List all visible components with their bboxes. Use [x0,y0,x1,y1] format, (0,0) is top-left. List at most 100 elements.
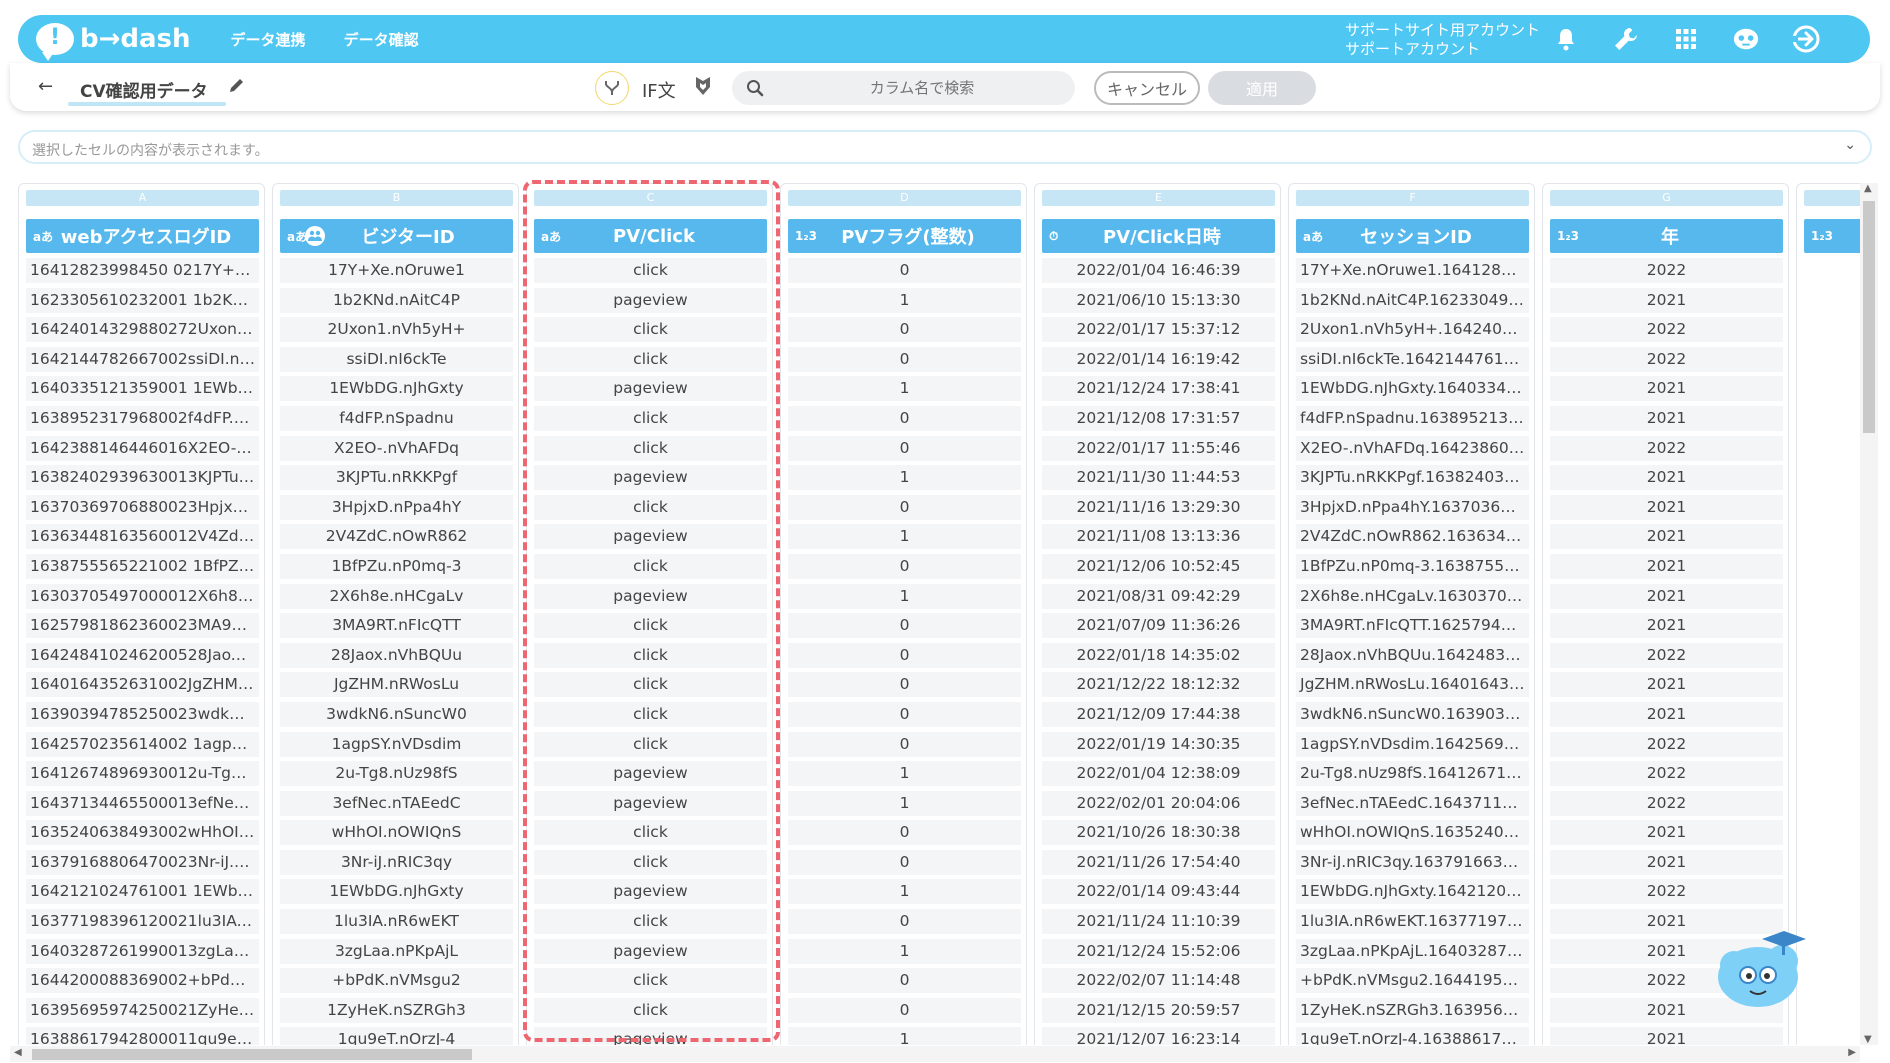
table-cell[interactable]: 0 [788,642,1021,668]
table-cell[interactable]: 3KJPTu.nRKKPgf [280,465,513,491]
table-cell[interactable]: pageview [534,524,767,550]
table-cell[interactable]: 28Jaox.nVhBQUu [280,642,513,668]
table-cell[interactable]: 1lu3IA.nR6wEKT [280,909,513,935]
table-cell[interactable]: 17Y+Xe.nOruwe1 [280,258,513,283]
table-cell[interactable]: 3HpjxD.nPpa4hY.163703696.... [1296,494,1529,520]
column-letter[interactable]: C [534,190,767,206]
table-cell[interactable]: click [534,997,767,1023]
table-cell[interactable]: 1qu9eT.nOrzJ-4 [280,1027,513,1045]
table-cell[interactable]: 1agpSY.nVDsdim.164256976.... [1296,731,1529,757]
cell-content-bar[interactable]: 選択したセルの内容が表示されます。 ⌄ [18,130,1872,164]
table-cell[interactable]: 16370369706880023HpjxD.... [26,494,259,520]
table-cell[interactable]: 2021 [1550,672,1783,698]
table-cell[interactable]: X2EO-.nVhAFDq [280,435,513,461]
table-cell[interactable]: 16403287261990013zgLaa.... [26,938,259,964]
column-letter[interactable]: E [1042,190,1275,206]
table-cell[interactable]: click [534,553,767,579]
table-cell[interactable]: 2022 [1550,435,1783,461]
column-header[interactable]: aあ webアクセスログID [26,219,259,253]
table-cell[interactable]: pageview [534,465,767,491]
table-cell[interactable]: 0 [788,613,1021,639]
table-cell[interactable]: f4dFP.nSpadnu [280,405,513,431]
column-search[interactable] [732,71,1075,105]
table-cell[interactable]: 2022/01/17 15:37:12 [1042,317,1275,343]
table-cell[interactable]: JgZHM.nRWosLu.164016432.... [1296,672,1529,698]
table-cell[interactable]: 2021 [1550,583,1783,609]
table-cell[interactable]: 16363448163560012V4ZdC.... [26,524,259,550]
table-cell[interactable]: 1640335121359001 1EWbD.... [26,376,259,402]
table-cell[interactable]: 1638952317968002f4dFP.n.... [26,405,259,431]
table-cell[interactable]: 1 [788,524,1021,550]
column-letter[interactable]: B [280,190,513,206]
table-cell[interactable]: 2021/12/07 16:23:14 [1042,1027,1275,1045]
table-cell[interactable]: 16382402939630013KJPTu.... [26,465,259,491]
table-cell[interactable]: JgZHM.nRWosLu [280,672,513,698]
table-cell[interactable]: 2u-Tg8.nUz98fS [280,761,513,787]
table-cell[interactable]: 16412674896930012u-Tg8.... [26,761,259,787]
column-a[interactable]: Aaあ webアクセスログID 16412823998450 0217Y+Xe...… [18,183,265,1045]
table-cell[interactable]: 1 [788,287,1021,313]
table-cell[interactable]: 2021 [1550,524,1783,550]
table-cell[interactable]: 2021/12/06 10:52:45 [1042,553,1275,579]
table-cell[interactable]: 2Uxon1.nVh5yH+.16424011.... [1296,317,1529,343]
table-cell[interactable]: 2021/07/09 11:36:26 [1042,613,1275,639]
wrench-icon[interactable] [1612,25,1640,53]
table-cell[interactable]: click [534,731,767,757]
table-cell[interactable]: 1638755565221002 1BfPZu.... [26,553,259,579]
table-cell[interactable]: 0 [788,731,1021,757]
table-cell[interactable]: 1BfPZu.nP0mq-3.16387554.... [1296,553,1529,579]
table-cell[interactable]: 2021 [1550,1027,1783,1045]
branch-filter-icon[interactable] [595,71,629,105]
table-cell[interactable]: 0 [788,701,1021,727]
table-cell[interactable]: 1 [788,761,1021,787]
table-cell[interactable]: 0 [788,997,1021,1023]
column-g[interactable]: G 1₂3 年 2022 2021 2022 2022 2021 2021 2022 2021 202… [1542,183,1789,1045]
table-cell[interactable]: 0 [788,968,1021,994]
table-cell[interactable]: 16390394785250023wdkN6.... [26,701,259,727]
table-cell[interactable]: 2021/11/16 13:29:30 [1042,494,1275,520]
column-partial[interactable]: 1₂3 [1796,183,1860,1045]
nav-data-check[interactable]: データ確認 [344,29,419,50]
table-cell[interactable]: 1 [788,465,1021,491]
scroll-down-arrow-icon[interactable]: ▼ [1864,1034,1872,1045]
bell-icon[interactable] [1552,25,1580,53]
table-cell[interactable]: 1642144782667002ssiDI.nI.... [26,346,259,372]
column-type-icon[interactable]: aあ [33,228,55,245]
nav-data-integration[interactable]: データ連携 [231,29,306,50]
table-cell[interactable]: 1b2KNd.nAitC4P.162330495.... [1296,287,1529,313]
table-cell[interactable]: 1642570235614002 1agpSY.... [26,731,259,757]
table-cell[interactable]: 1ZyHeK.nSZRGh3 [280,997,513,1023]
table-cell[interactable]: +bPdK.nVMsgu2.164419548.... [1296,968,1529,994]
if-statement-button[interactable]: IF文 [642,77,676,103]
table-cell[interactable]: pageview [534,1027,767,1045]
column-letter[interactable]: D [788,190,1021,206]
table-cell[interactable]: 2022/02/07 11:14:48 [1042,968,1275,994]
table-cell[interactable]: 1635240638493002wHhOI.n.... [26,820,259,846]
column-header[interactable]: aあ セッションID [1296,219,1529,253]
table-cell[interactable]: 2021 [1550,613,1783,639]
table-cell[interactable]: pageview [534,761,767,787]
table-cell[interactable]: 2X6h8e.nHCgaLv [280,583,513,609]
table-cell[interactable]: 2022/01/17 11:55:46 [1042,435,1275,461]
table-cell[interactable]: click [534,613,767,639]
table-cell[interactable]: 1BfPZu.nP0mq-3 [280,553,513,579]
column-d[interactable]: D 1₂3 PVフラグ(整数) 0 1 0 0 1 0 0 1 0 1 0 1 0 0 0 0 0 1 1 0 0 1 0 1 0 0 1 [780,183,1027,1045]
table-cell[interactable]: 2022 [1550,346,1783,372]
logout-icon[interactable] [1792,25,1820,53]
table-cell[interactable]: 0 [788,672,1021,698]
table-cell[interactable]: 16303705497000012X6h8e.... [26,583,259,609]
table-cell[interactable]: 0 [788,346,1021,372]
table-cell[interactable]: 2022 [1550,642,1783,668]
table-cell[interactable]: click [534,672,767,698]
table-cell[interactable]: 2021/12/22 18:12:32 [1042,672,1275,698]
column-e[interactable]: E ⏱ PV/Click日時 2022/01/04 16:46:39 2021/06/1… [1034,183,1281,1045]
table-cell[interactable]: ssiDI.nI6ckTe.164214476147.... [1296,346,1529,372]
table-cell[interactable]: 0 [788,820,1021,846]
table-cell[interactable]: 16412823998450 0217Y+Xe.... [26,258,259,283]
cancel-button[interactable]: キャンセル [1094,71,1200,105]
table-cell[interactable]: 1 [788,583,1021,609]
table-cell[interactable]: 1 [788,938,1021,964]
table-cell[interactable]: 3efNec.nTAEedC.164371171.... [1296,790,1529,816]
table-cell[interactable]: 1 [788,1027,1021,1045]
table-cell[interactable]: pageview [534,879,767,905]
